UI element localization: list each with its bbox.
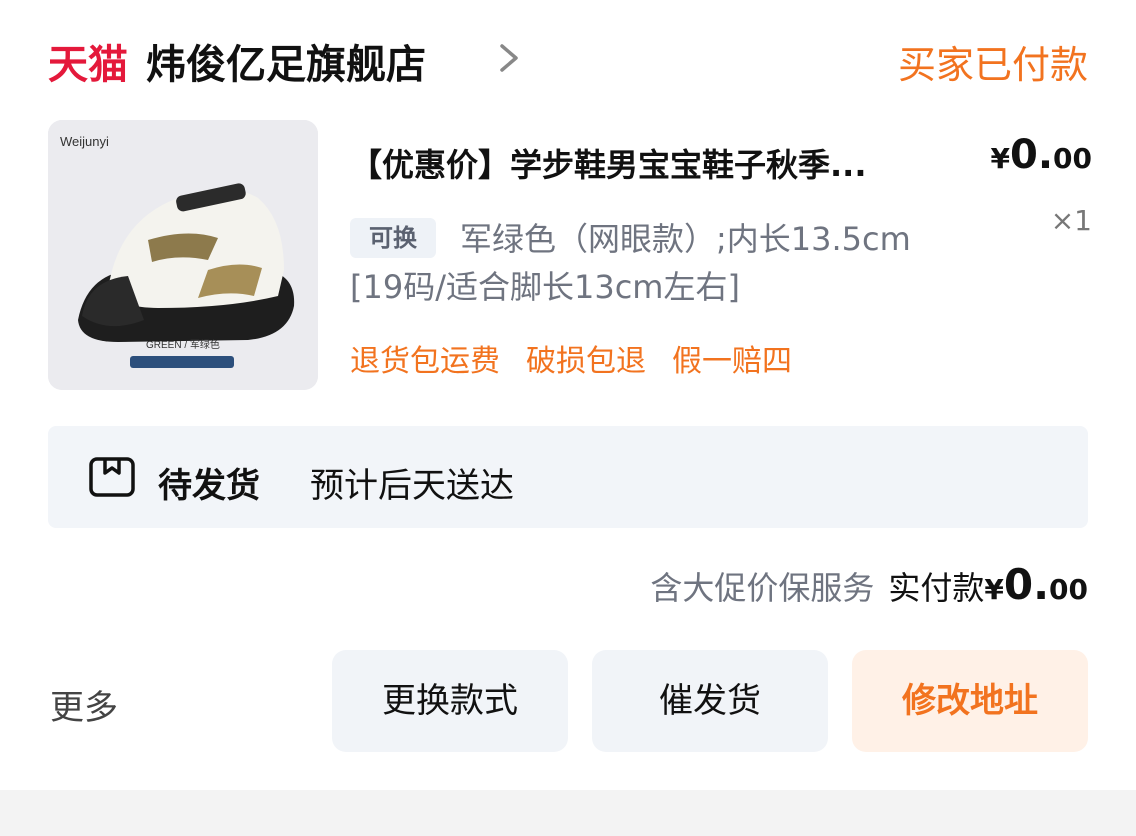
shipping-status: 待发货 bbox=[158, 466, 260, 506]
shop-name-link[interactable]: 炜俊亿足旗舰店 bbox=[146, 32, 426, 90]
product-image[interactable]: Weijunyi GREEN / 军绿色 bbox=[48, 120, 318, 390]
paid-integer: 0. bbox=[1003, 560, 1050, 609]
shipping-status-bar[interactable]: 待发货 预计后天送达 bbox=[48, 426, 1088, 528]
service-tags: 退货包运费 破损包退 假一赔四 bbox=[350, 336, 818, 380]
shipping-eta: 预计后天送达 bbox=[310, 466, 514, 506]
exchangeable-badge: 可换 bbox=[350, 218, 436, 258]
modify-address-button[interactable]: 修改地址 bbox=[852, 650, 1088, 752]
paid-decimal: 00 bbox=[1049, 573, 1088, 606]
order-header: 天猫 炜俊亿足旗舰店 买家已付款 bbox=[48, 24, 1088, 88]
tmall-logo: 天猫 bbox=[48, 42, 128, 88]
package-box-icon bbox=[89, 457, 135, 497]
product-title[interactable]: 【优惠价】学步鞋男宝宝鞋子秋季... bbox=[350, 140, 990, 186]
order-status: 买家已付款 bbox=[897, 43, 1088, 87]
price-integer: 0. bbox=[1010, 132, 1054, 178]
image-brand-text: Weijunyi bbox=[60, 134, 109, 149]
image-color-label: GREEN / 军绿色 bbox=[146, 338, 220, 351]
price-decimal: 00 bbox=[1053, 142, 1092, 175]
price-protection-note: 含大促价保服务 bbox=[650, 569, 875, 607]
service-tag-fake-compensation: 假一赔四 bbox=[672, 344, 792, 379]
paid-label: 实付款 bbox=[888, 569, 985, 607]
product-spec-line2: [19码/适合脚长13cm左右] bbox=[350, 268, 740, 306]
product-spec-line1: 军绿色（网眼款）;内长13.5cm bbox=[460, 220, 911, 258]
more-button[interactable]: 更多 bbox=[50, 680, 118, 729]
shoe-illustration: Weijunyi GREEN / 军绿色 bbox=[48, 120, 318, 390]
paid-currency: ¥ bbox=[984, 573, 1004, 606]
service-tag-return-shipping: 退货包运费 bbox=[350, 344, 500, 379]
product-quantity: ×1 bbox=[1050, 204, 1092, 237]
change-style-button[interactable]: 更换款式 bbox=[332, 650, 568, 752]
product-price: ¥0.00 bbox=[991, 132, 1092, 178]
chevron-right-icon[interactable] bbox=[492, 38, 526, 78]
payment-summary: 含大促价保服务 实付款¥0.00 bbox=[650, 560, 1088, 609]
page-divider bbox=[0, 790, 1136, 836]
service-tag-damage-return: 破损包退 bbox=[526, 344, 646, 379]
urge-shipment-button[interactable]: 催发货 bbox=[592, 650, 828, 752]
price-currency: ¥ bbox=[990, 142, 1010, 175]
